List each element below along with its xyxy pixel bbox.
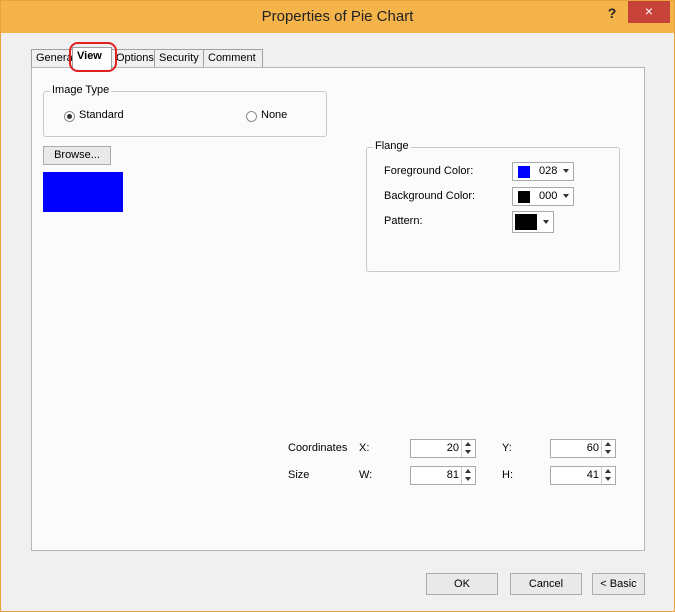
image-preview (43, 172, 123, 212)
help-button[interactable]: ? (598, 3, 626, 25)
w-spinner[interactable]: 81 (410, 466, 476, 485)
spin-buttons[interactable] (461, 467, 475, 484)
chevron-down-icon (543, 220, 549, 224)
pattern-combo[interactable] (512, 211, 554, 233)
y-label: Y: (502, 442, 512, 454)
chevron-down-icon (563, 169, 569, 173)
size-label: Size (288, 469, 310, 481)
background-swatch (518, 191, 530, 203)
background-color-label: Background Color: (384, 190, 476, 202)
background-color-combo[interactable]: 000 (512, 187, 574, 206)
flange-group: Flange Foreground Color: 028 Background … (366, 140, 620, 272)
close-button[interactable]: × (628, 1, 670, 23)
spin-buttons[interactable] (601, 467, 615, 484)
spin-buttons[interactable] (461, 440, 475, 457)
none-radio[interactable] (246, 111, 257, 122)
title-bar: Properties of Pie Chart ? × (1, 1, 674, 33)
image-type-group: Image Type Standard None (43, 84, 327, 137)
basic-button[interactable]: < Basic (592, 573, 645, 595)
ok-button[interactable]: OK (426, 573, 498, 595)
coordinates-label: Coordinates (288, 442, 348, 454)
standard-radio[interactable] (64, 111, 75, 122)
cancel-button[interactable]: Cancel (510, 573, 582, 595)
standard-radio-label: Standard (79, 109, 124, 121)
tab-comment[interactable]: Comment (203, 49, 263, 67)
browse-button[interactable]: Browse... (43, 146, 111, 165)
image-type-group-label: Image Type (50, 84, 112, 96)
w-value: 81 (446, 469, 459, 481)
dialog-title: Properties of Pie Chart (261, 8, 414, 25)
background-color-value: 000 (539, 190, 558, 202)
view-tab-highlight (69, 42, 117, 72)
tab-security[interactable]: Security (154, 49, 204, 67)
none-radio-label: None (261, 109, 288, 121)
w-label: W: (359, 469, 373, 481)
view-tab-panel: Image Type Standard None Browse... Flang… (31, 67, 645, 551)
foreground-color-combo[interactable]: 028 (512, 162, 574, 181)
x-value: 20 (446, 442, 459, 454)
y-spinner[interactable]: 60 (550, 439, 616, 458)
foreground-color-label: Foreground Color: (384, 165, 474, 177)
h-label: H: (502, 469, 513, 481)
x-label: X: (359, 442, 370, 454)
h-value: 41 (586, 469, 599, 481)
foreground-color-value: 028 (539, 165, 558, 177)
x-spinner[interactable]: 20 (410, 439, 476, 458)
y-value: 60 (586, 442, 599, 454)
h-spinner[interactable]: 41 (550, 466, 616, 485)
spin-buttons[interactable] (601, 440, 615, 457)
pattern-label: Pattern: (384, 215, 423, 227)
flange-group-label: Flange (373, 140, 411, 152)
tab-general[interactable]: General (31, 49, 75, 67)
tab-options[interactable]: Options (111, 49, 155, 67)
dialog-window: Properties of Pie Chart ? × General View… (0, 0, 675, 612)
pattern-swatch (515, 214, 537, 230)
chevron-down-icon (563, 194, 569, 198)
foreground-swatch (518, 166, 530, 178)
